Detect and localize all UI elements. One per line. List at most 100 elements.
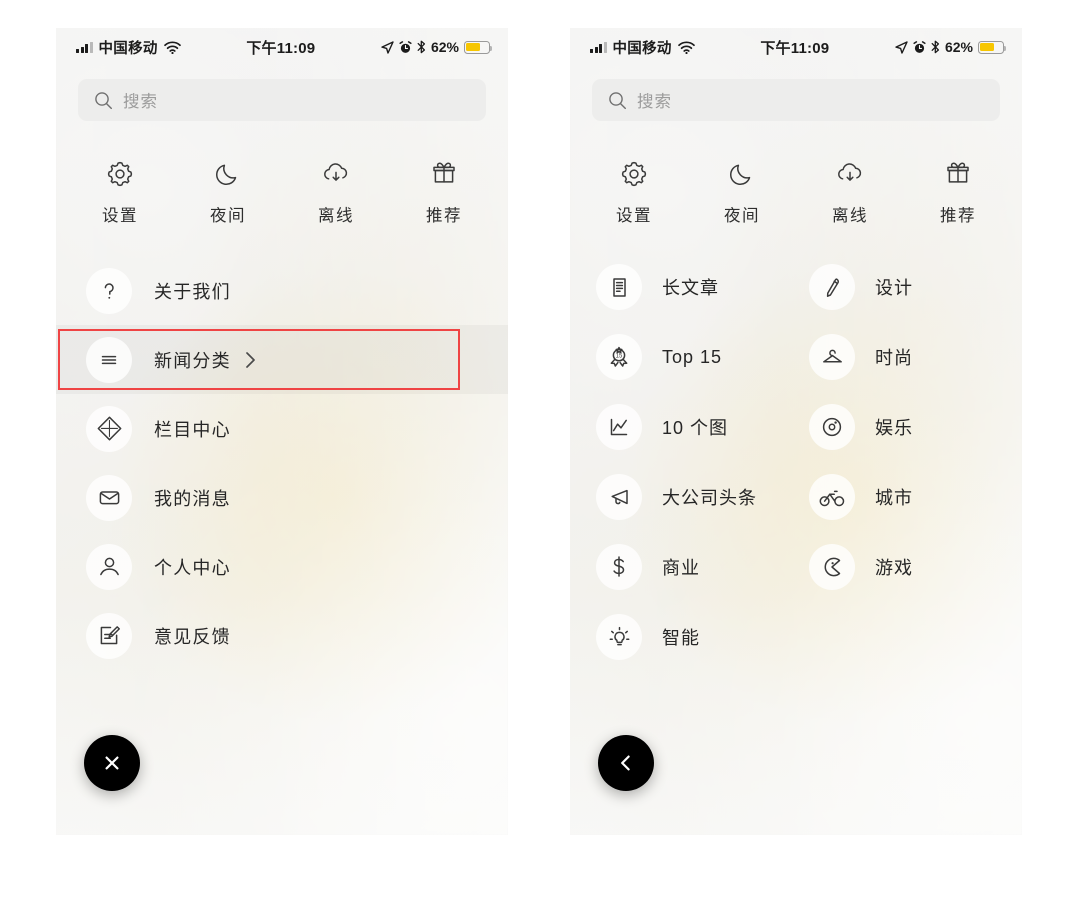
category-label: 设计	[875, 278, 913, 298]
quick-action-night[interactable]: 夜间	[688, 157, 796, 226]
category-label: 游戏	[875, 558, 913, 578]
gift-icon	[390, 157, 498, 191]
search-input[interactable]: 搜索	[592, 79, 1000, 121]
quick-action-label: 推荐	[426, 207, 462, 225]
quick-action-offline[interactable]: 离线	[282, 157, 390, 226]
quick-action-recommend[interactable]: 推荐	[904, 157, 1012, 226]
chevron-right-icon	[244, 350, 257, 370]
category-smart[interactable]: 智能	[596, 602, 809, 672]
carrier-label: 中国移动	[98, 40, 158, 57]
wifi-icon	[163, 40, 181, 54]
category-label: 大公司头条	[662, 488, 757, 508]
alarm-icon	[913, 40, 926, 54]
feedback-edit-icon	[86, 612, 132, 659]
menu-item-label: 栏目中心	[154, 419, 231, 440]
menu-item-column-center[interactable]: 栏目中心	[56, 394, 508, 463]
quick-action-label: 离线	[832, 207, 868, 225]
chevron-left-icon	[615, 752, 637, 774]
quick-action-label: 夜间	[210, 207, 246, 225]
status-bar-right: 中国移动 下午11:09 62%	[570, 28, 1022, 60]
category-games[interactable]: 游戏	[809, 532, 1022, 602]
screenshot-root: 中国移动 下午11:09 62% 搜索 设置 夜间 离线 推荐 关于我们 新闻分…	[0, 0, 1080, 920]
pacman-icon	[809, 544, 855, 590]
menu-item-label: 我的消息	[154, 488, 231, 509]
status-time-left: 下午11:09	[246, 39, 316, 57]
main-menu-list: 关于我们 新闻分类 栏目中心 我的消息 个人中心 意见反馈	[56, 256, 508, 670]
megaphone-icon	[596, 474, 642, 520]
category-label: 长文章	[662, 278, 719, 298]
category-city[interactable]: 城市	[809, 462, 1022, 532]
battery-percent-label: 62%	[430, 39, 459, 55]
gear-icon	[580, 157, 688, 191]
menu-item-about[interactable]: 关于我们	[56, 256, 508, 325]
search-input[interactable]: 搜索	[78, 79, 486, 121]
battery-icon	[978, 40, 1007, 54]
category-label: 10 个图	[662, 418, 729, 438]
cloud-download-icon	[796, 157, 904, 191]
category-fashion[interactable]: 时尚	[809, 322, 1022, 392]
category-10-charts[interactable]: 10 个图	[596, 392, 809, 462]
category-big-company-headlines[interactable]: 大公司头条	[596, 462, 809, 532]
menu-item-feedback[interactable]: 意见反馈	[56, 601, 508, 670]
moon-icon	[174, 157, 282, 191]
wifi-icon	[677, 40, 695, 54]
alarm-icon	[399, 40, 412, 54]
quick-actions-right: 设置 夜间 离线 推荐	[570, 121, 1022, 226]
hamburger-lines-icon	[86, 336, 132, 383]
close-button[interactable]	[84, 735, 140, 791]
quick-actions-left: 设置 夜间 离线 推荐	[56, 121, 508, 226]
quick-action-label: 离线	[318, 207, 354, 225]
signal-icon	[76, 41, 93, 53]
location-arrow-icon	[895, 40, 908, 54]
hanger-icon	[809, 334, 855, 380]
gift-icon	[904, 157, 1012, 191]
quick-action-offline[interactable]: 离线	[796, 157, 904, 226]
lightbulb-icon	[596, 614, 642, 660]
category-grid: 长文章 设计 15 Top 15 时尚 10 个图 娱乐 大公司头条 城市 商业…	[570, 252, 1022, 672]
close-x-icon	[101, 752, 123, 774]
right-phone-panel: 中国移动 下午11:09 62% 搜索 设置 夜间 离线 推荐 长文章 设计 1…	[570, 28, 1022, 835]
diamond-icon	[86, 405, 132, 452]
cloud-download-icon	[282, 157, 390, 191]
menu-item-label: 关于我们	[154, 281, 231, 302]
battery-percent-label: 62%	[944, 39, 973, 55]
search-placeholder: 搜索	[637, 93, 672, 111]
dollar-sign-icon	[596, 544, 642, 590]
moon-icon	[688, 157, 796, 191]
back-button[interactable]	[598, 735, 654, 791]
bluetooth-icon	[417, 40, 426, 54]
quick-action-settings[interactable]: 设置	[580, 157, 688, 226]
category-long-article[interactable]: 长文章	[596, 252, 809, 322]
quick-action-settings[interactable]: 设置	[66, 157, 174, 226]
category-label: 时尚	[875, 348, 913, 368]
menu-item-personal-center[interactable]: 个人中心	[56, 532, 508, 601]
user-icon	[86, 543, 132, 590]
pencil-icon	[809, 264, 855, 310]
quick-action-label: 推荐	[940, 207, 976, 225]
envelope-icon	[86, 474, 132, 521]
menu-item-news-categories[interactable]: 新闻分类	[56, 325, 508, 394]
signal-icon	[590, 41, 607, 53]
menu-item-label: 新闻分类	[154, 350, 231, 371]
battery-icon	[464, 40, 493, 54]
category-design[interactable]: 设计	[809, 252, 1022, 322]
menu-item-label: 个人中心	[154, 557, 231, 578]
quick-action-night[interactable]: 夜间	[174, 157, 282, 226]
svg-text:15: 15	[616, 354, 623, 360]
category-business[interactable]: 商业	[596, 532, 809, 602]
quick-action-label: 设置	[616, 207, 652, 225]
menu-item-my-messages[interactable]: 我的消息	[56, 463, 508, 532]
category-top15[interactable]: 15 Top 15	[596, 322, 809, 392]
quick-action-recommend[interactable]: 推荐	[390, 157, 498, 226]
question-mark-icon	[86, 267, 132, 314]
category-entertainment[interactable]: 娱乐	[809, 392, 1022, 462]
category-label: 娱乐	[875, 418, 913, 438]
left-phone-panel: 中国移动 下午11:09 62% 搜索 设置 夜间 离线 推荐 关于我们 新闻分…	[56, 28, 508, 835]
category-label: Top 15	[662, 346, 723, 367]
search-icon	[94, 91, 113, 110]
location-arrow-icon	[381, 40, 394, 54]
carrier-label: 中国移动	[612, 40, 672, 57]
status-time-right: 下午11:09	[760, 39, 830, 57]
search-icon	[608, 91, 627, 110]
category-label: 商业	[662, 558, 700, 578]
